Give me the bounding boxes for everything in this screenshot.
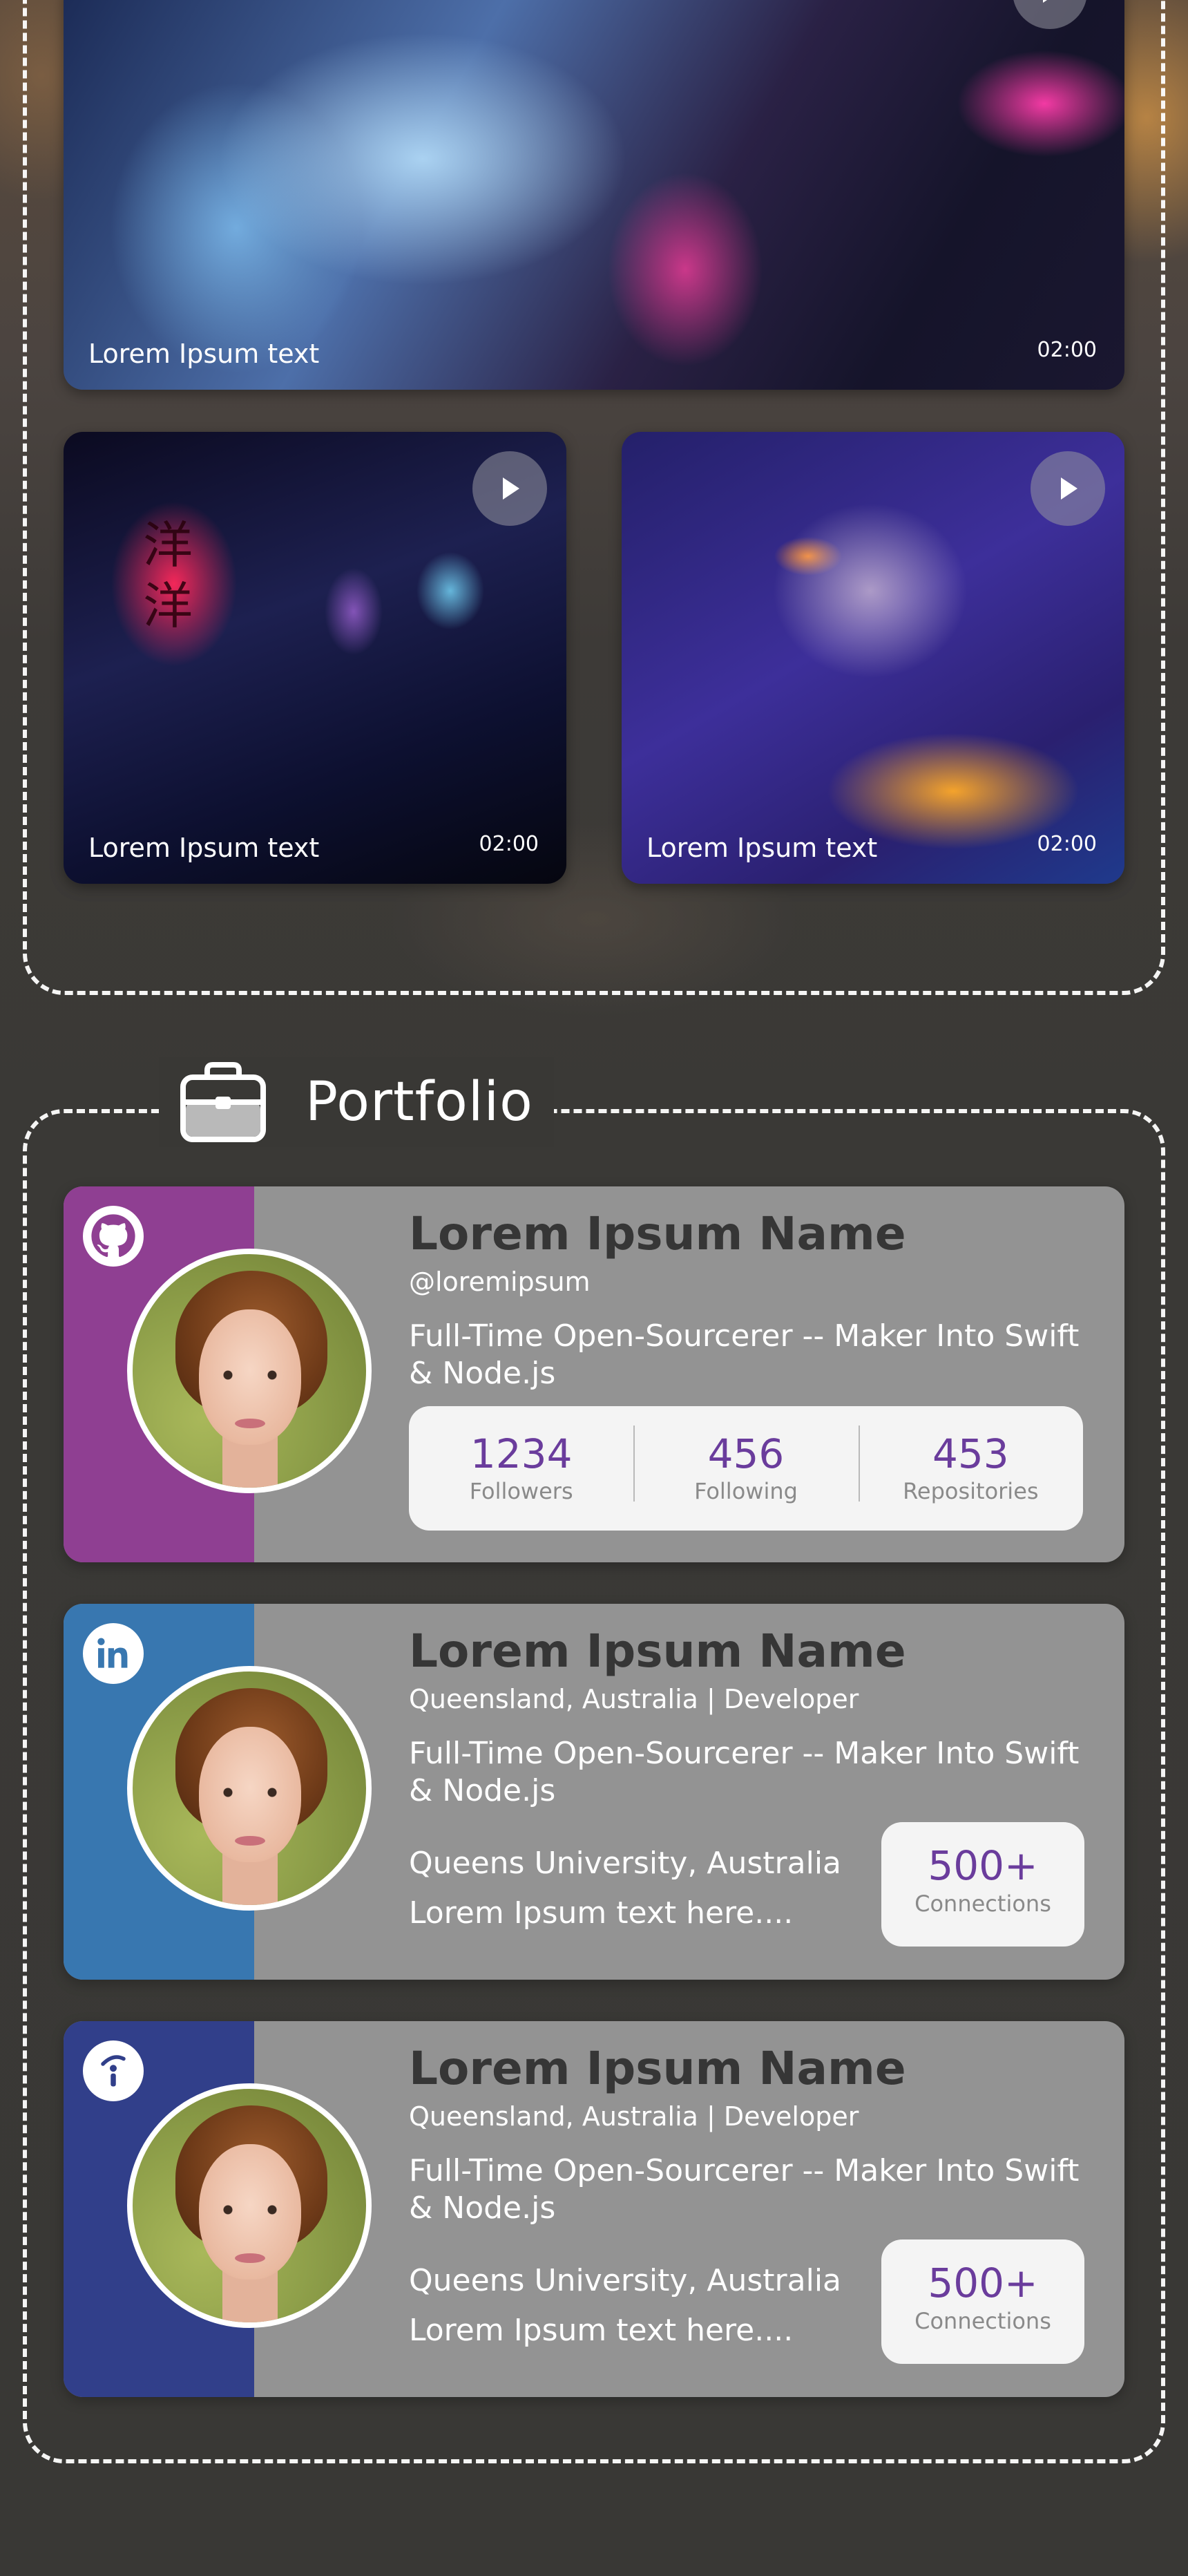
profile-education: Queens University, Australia Lorem Ipsum…	[409, 2256, 841, 2356]
stat-value: 453	[932, 1430, 1009, 1477]
connections-label: Connections	[914, 2308, 1051, 2334]
profile-education: Queens University, Australia Lorem Ipsum…	[409, 1839, 841, 1938]
play-button[interactable]	[1013, 0, 1087, 29]
linkedin-icon-badge[interactable]	[83, 1623, 144, 1684]
profile-location: Queensland, Australia | Developer	[409, 2101, 859, 2132]
profile-handle: @loremipsum	[409, 1267, 591, 1297]
stat-value: 456	[707, 1430, 785, 1477]
profile-name: Lorem Ipsum Name	[409, 1625, 906, 1678]
linkedin-icon	[97, 1638, 128, 1668]
linkedin-profile-card[interactable]: Lorem Ipsum Name Queensland, Australia |…	[64, 1604, 1124, 1980]
video-card-large[interactable]: Lorem Ipsum text 02:00	[64, 0, 1124, 390]
briefcase-icon	[180, 1062, 266, 1142]
stat-followers[interactable]: 1234 Followers	[409, 1431, 633, 1506]
avatar	[127, 1249, 372, 1493]
avatar	[127, 2083, 372, 2328]
video-duration: 02:00	[1037, 832, 1097, 856]
play-button[interactable]	[1031, 451, 1105, 526]
indeed-icon-badge[interactable]	[83, 2040, 144, 2101]
video-card-right[interactable]: Lorem Ipsum text 02:00	[622, 432, 1124, 884]
video-caption: Lorem Ipsum text	[88, 339, 320, 369]
github-profile-card[interactable]: Lorem Ipsum Name @loremipsum Full-Time O…	[64, 1186, 1124, 1562]
connections-box[interactable]: 500+ Connections	[881, 1822, 1084, 1947]
video-duration: 02:00	[479, 832, 539, 856]
video-caption: Lorem Ipsum text	[88, 833, 320, 863]
video-duration: 02:00	[1037, 338, 1097, 362]
avatar	[127, 1666, 372, 1911]
profile-bio: Full-Time Open-Sourcerer -- Maker Into S…	[409, 1736, 1080, 1808]
play-button[interactable]	[472, 451, 547, 526]
profile-bio: Full-Time Open-Sourcerer -- Maker Into S…	[409, 1318, 1080, 1391]
connections-value: 500+	[928, 2260, 1038, 2307]
video-card-left[interactable]: 洋 洋 Lorem Ipsum text 02:00	[64, 432, 566, 884]
connections-box[interactable]: 500+ Connections	[881, 2239, 1084, 2364]
play-icon	[1061, 477, 1077, 500]
play-icon	[1043, 0, 1047, 3]
lantern-sign: 洋 洋	[143, 516, 193, 635]
github-icon-badge[interactable]	[83, 1206, 144, 1267]
profile-stats: 1234 Followers 456 Following 453 Reposit…	[409, 1406, 1083, 1531]
stat-label: Repositories	[903, 1478, 1039, 1504]
indeed-profile-card[interactable]: Lorem Ipsum Name Queensland, Australia |…	[64, 2021, 1124, 2397]
profile-bio: Full-Time Open-Sourcerer -- Maker Into S…	[409, 2153, 1080, 2226]
stat-following[interactable]: 456 Following	[633, 1426, 858, 1506]
portfolio-title: Portfolio	[305, 1071, 533, 1133]
education-line: Queens University, Australia	[409, 1846, 842, 1881]
video-caption: Lorem Ipsum text	[646, 833, 878, 863]
stat-label: Following	[694, 1478, 798, 1504]
profile-name: Lorem Ipsum Name	[409, 1207, 906, 1260]
stat-repositories[interactable]: 453 Repositories	[858, 1426, 1083, 1506]
play-icon	[503, 477, 519, 500]
education-line: Queens University, Australia	[409, 2263, 842, 2298]
stat-label: Followers	[469, 1478, 573, 1504]
profile-location: Queensland, Australia | Developer	[409, 1684, 859, 1714]
indeed-icon	[101, 2055, 126, 2087]
connections-value: 500+	[928, 1842, 1038, 1889]
stat-value: 1234	[470, 1430, 573, 1477]
github-icon	[91, 1214, 135, 1258]
portfolio-header: Portfolio	[159, 1057, 554, 1147]
extra-line: Lorem Ipsum text here....	[409, 2313, 794, 2348]
extra-line: Lorem Ipsum text here....	[409, 1895, 794, 1931]
profile-name: Lorem Ipsum Name	[409, 2042, 906, 2095]
connections-label: Connections	[914, 1891, 1051, 1917]
